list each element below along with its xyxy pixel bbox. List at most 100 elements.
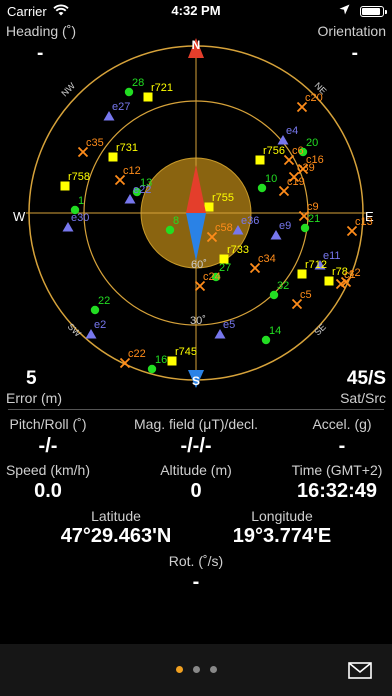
satellite-label: e5 [223,319,235,331]
sat-count-value: 45/S [346,368,386,389]
satellite-label: 32 [277,280,289,292]
satellite-r756: r756 [255,145,285,165]
mag-field-value: -/-/- [180,435,212,457]
satellite-label: r745 [175,346,197,358]
page-dot[interactable] [192,666,200,673]
rotation-value: - [192,571,200,593]
north-label: N [192,38,201,52]
elevation-60-label: 60˚ [191,259,207,271]
west-label: W [13,209,26,224]
clock: 4:32 PM [171,3,221,18]
satellite-e27: e27 [103,101,130,121]
satellite-label: 20 [306,137,318,149]
satellite-label: 10 [265,173,277,185]
satellite-c19: c19 [278,176,305,197]
satellite-label: r733 [227,244,249,256]
satellite-marker [261,335,271,345]
satellite-label: r755 [212,192,234,204]
south-marker: S [188,370,204,388]
time-value: 16:32:49 [296,480,378,502]
satellite-r731: r731 [108,142,138,162]
satellite-label: c9 [307,201,319,213]
satellite-e5: e5 [214,319,235,339]
satellite-label: 21 [308,213,320,225]
location-arrow-icon [339,4,350,15]
satellite-label: r712 [305,259,327,271]
satellite-marker [257,183,267,193]
satellite-label: c1 [344,269,356,281]
error-label: Error (m) [6,390,62,406]
speed-label: Speed (km/h) [5,462,91,478]
satellite-label: c13 [355,216,373,228]
satellite-label: e36 [241,215,259,227]
satellite-c34: c34 [249,253,276,274]
satellite-c35: c35 [77,137,104,158]
satellite-marker [269,290,279,300]
satellite-label: r731 [116,142,138,154]
satellite-marker [147,364,157,374]
bottom-toolbar [0,644,392,696]
satellite-label: c35 [86,137,104,149]
sw-label: SW [66,321,84,339]
satellite-marker [90,305,100,315]
satellite-28: 28 [124,77,144,97]
battery-level [362,8,380,15]
satellite-c5: c5 [291,289,312,310]
satellite-label: 14 [269,325,281,337]
satellite-c20: c20 [296,92,323,113]
satellite-marker [165,225,175,235]
latitude-label: Latitude [91,508,141,524]
satellite-label: c34 [258,253,276,265]
satellite-label: c19 [287,176,305,188]
satellite-32: 32 [269,280,289,300]
satellite-c24: c24 [194,271,221,292]
satellite-e9: e9 [270,220,291,240]
satellite-label: e30 [71,212,89,224]
accel-label: Accel. (g) [312,416,372,432]
satellite-label: r756 [263,145,285,157]
satellite-label: c5 [300,289,312,301]
satellite-label: e22 [133,184,151,196]
satellite-label: 28 [132,77,144,89]
mail-icon[interactable] [348,662,372,679]
satellite-r721: r721 [143,82,173,102]
satellite-c13: c13 [346,216,373,237]
satellite-marker [300,223,310,233]
page-dot[interactable] [175,666,183,673]
time-label: Time (GMT+2) [291,462,383,478]
sky-plot[interactable]: N S E W NW NE SW SE 30˚ 60˚ 28 r721e27c35… [0,20,392,390]
satellite-r758: r758 [60,171,90,191]
satellite-r745: r745 [167,346,197,366]
page-indicator[interactable] [0,666,392,673]
satellite-label: c6 [292,145,304,157]
satellite-label: c24 [203,271,221,283]
satellite-label: c20 [305,92,323,104]
satellite-22: 22 [90,295,110,315]
battery-icon [360,6,387,17]
rotation-label: Rot. (˚/s) [168,553,224,569]
satellite-label: r721 [151,82,173,94]
latitude-value: 47°29.463'N [60,525,172,547]
altitude-value: 0 [190,480,202,502]
satellite-10: 10 [257,173,277,193]
page-dot[interactable] [209,666,217,673]
satellite-14: 14 [261,325,281,345]
satellite-label: e27 [112,101,130,113]
satellite-label: 27 [219,262,231,274]
south-label: S [192,374,200,388]
status-bar: Carrier 4:32 PM [0,0,392,22]
satellite-label: c22 [128,348,146,360]
satellite-marker [124,87,134,97]
pitch-roll-value: -/- [38,435,58,457]
se-label: SE [312,322,328,338]
error-value: 5 [26,368,37,389]
satellite-e4: e4 [277,125,298,145]
satellite-r712: r712 [297,259,327,279]
altitude-label: Altitude (m) [160,462,232,478]
elevation-30-label: 30˚ [190,315,206,327]
satellite-label: e9 [279,220,291,232]
satellite-e2: e2 [85,319,106,339]
satellite-label: c12 [123,165,141,177]
satellite-label: 1 [78,195,84,207]
satellite-label: c58 [215,222,233,234]
